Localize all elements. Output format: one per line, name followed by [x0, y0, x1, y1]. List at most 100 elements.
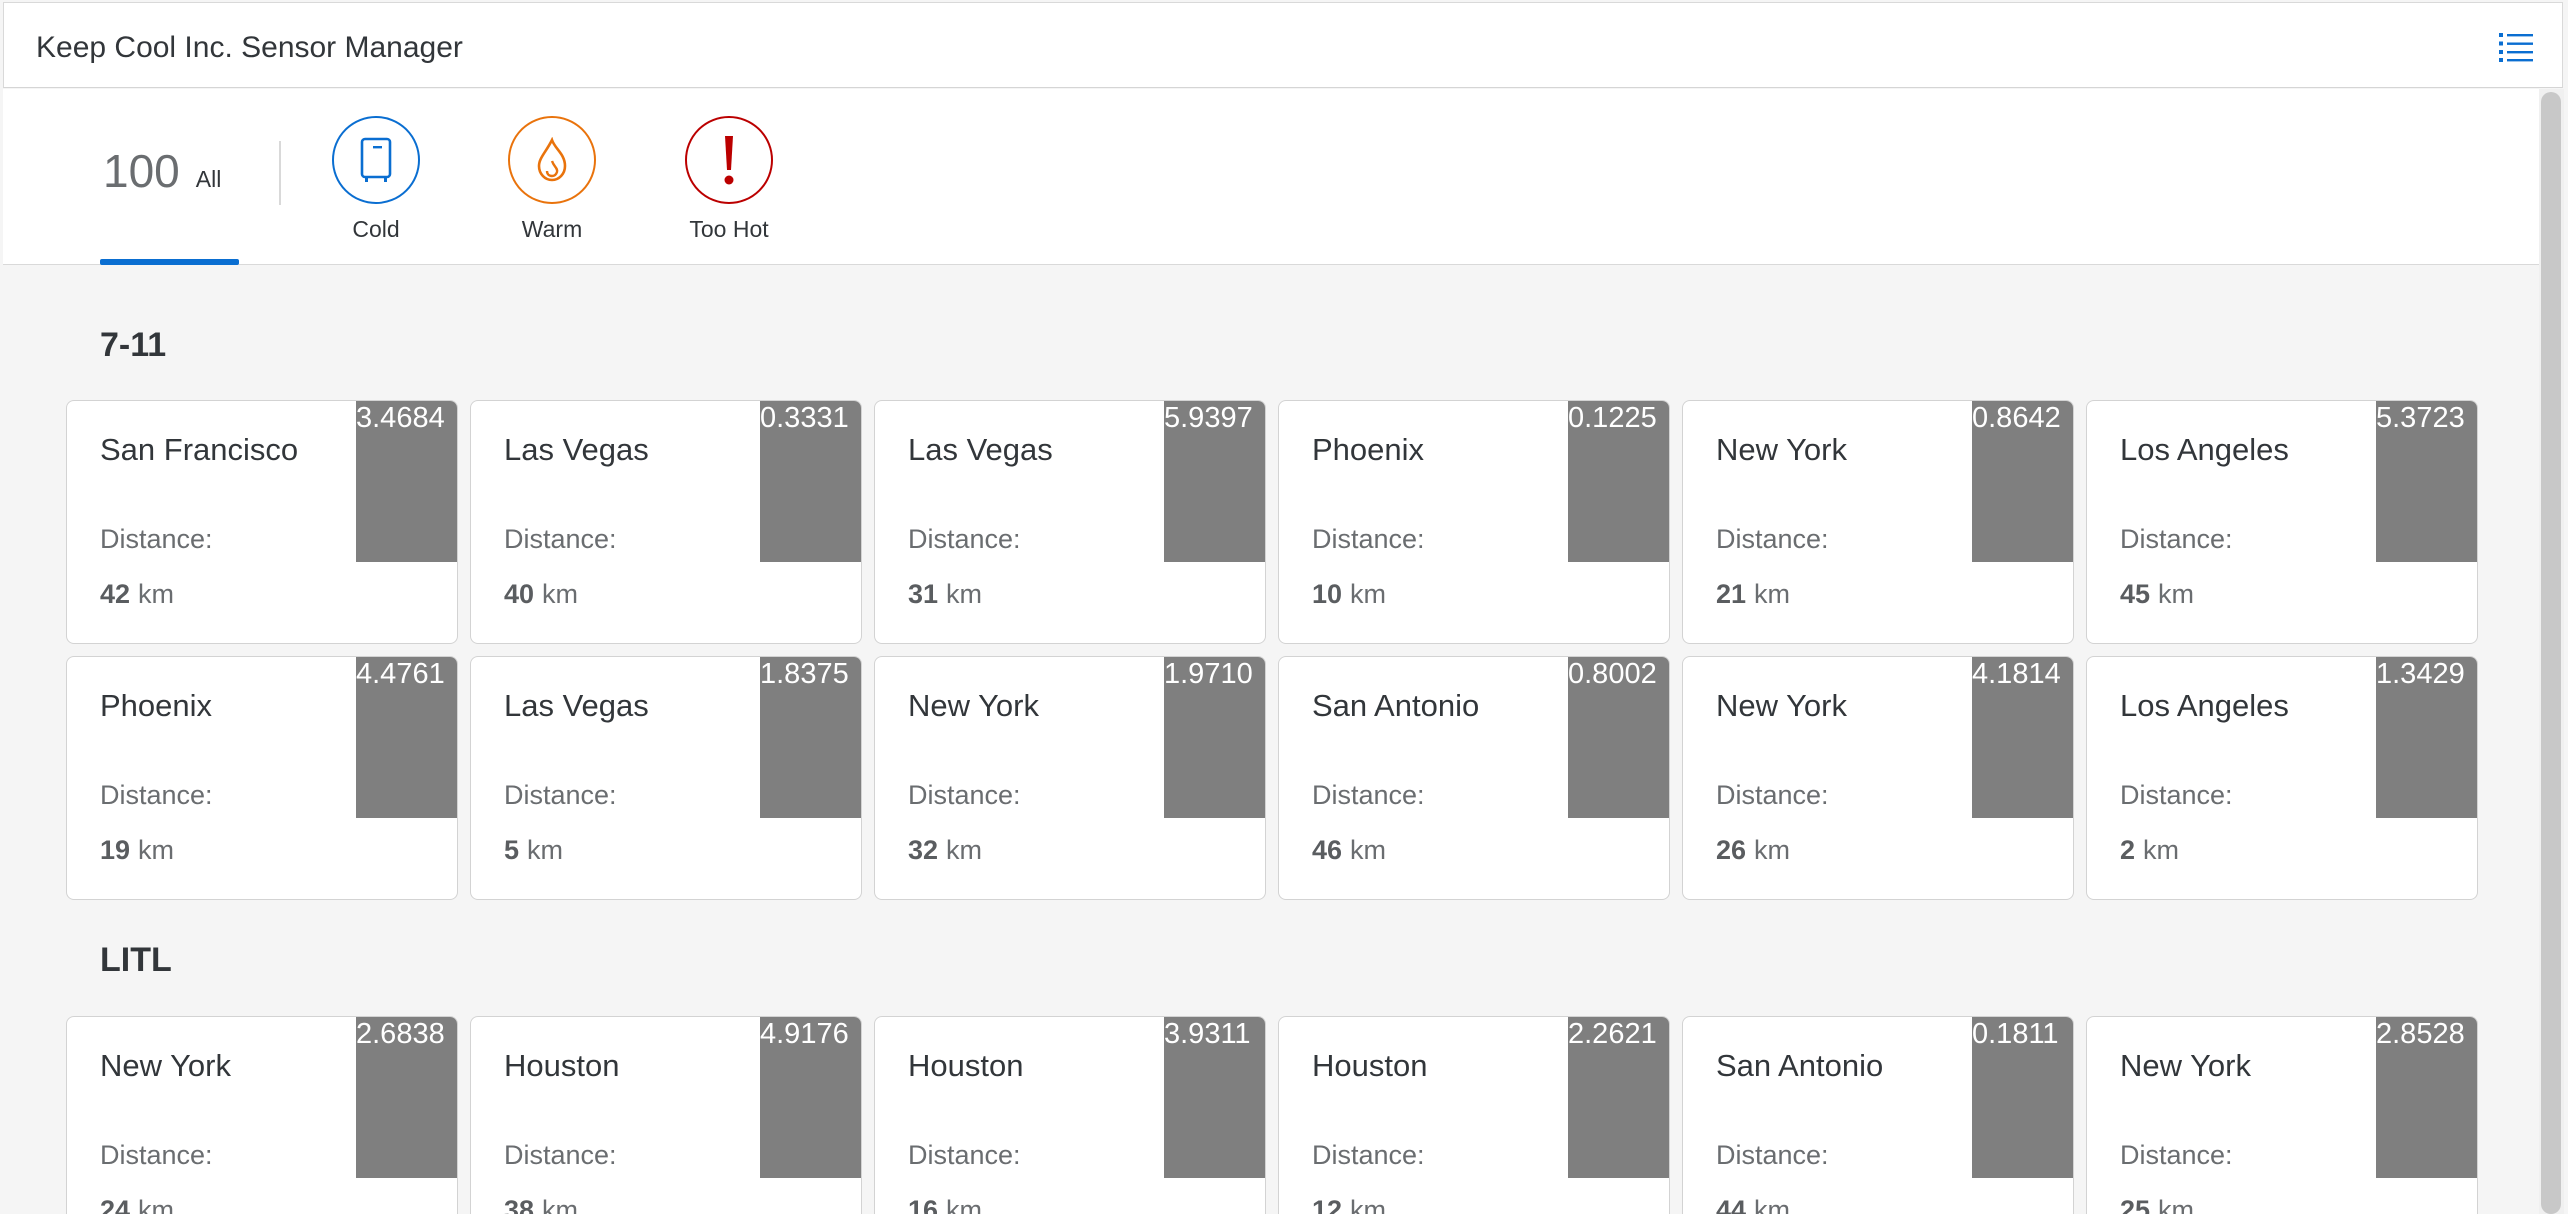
card-city: Phoenix	[100, 688, 213, 723]
distance-unit: km	[1350, 1195, 1387, 1214]
reading-gauge: 4.9176	[760, 1017, 861, 1178]
sensor-card[interactable]: New York 2.6838 Distance: 24 km	[66, 1016, 458, 1214]
distance-unit: km	[2158, 1195, 2195, 1214]
distance-value: 38 km	[504, 1195, 578, 1214]
distance-number: 32	[908, 835, 939, 865]
distance-number: 25	[2120, 1195, 2151, 1214]
tab-cold[interactable]: Cold	[316, 116, 436, 243]
fridge-icon	[360, 137, 392, 182]
distance-number: 31	[908, 579, 939, 609]
card-city: Las Vegas	[504, 688, 649, 723]
tab-all-count: 100	[103, 145, 180, 197]
distance-value: 2 km	[2120, 835, 2179, 866]
scrollbar-thumb[interactable]	[2541, 92, 2561, 1214]
tab-warm-circle	[508, 116, 596, 204]
sensor-card[interactable]: Houston 2.2621 Distance: 12 km	[1278, 1016, 1670, 1214]
distance-number: 10	[1312, 579, 1343, 609]
sensor-card[interactable]: Las Vegas 0.3331 Distance: 40 km	[470, 400, 862, 644]
tab-too-hot[interactable]: Too Hot	[669, 116, 789, 243]
distance-unit: km	[527, 835, 564, 865]
reading-value: 0.3331	[760, 402, 849, 434]
distance-unit: km	[138, 1195, 175, 1214]
reading-value: 1.3429	[2376, 658, 2465, 690]
distance-value: 25 km	[2120, 1195, 2194, 1214]
distance-label: Distance:	[100, 524, 213, 554]
reading-gauge: 4.4761	[356, 657, 457, 818]
distance-value: 40 km	[504, 579, 578, 610]
reading-value: 1.8375	[760, 658, 849, 690]
reading-gauge: 0.3331	[760, 401, 861, 562]
distance-label: Distance:	[100, 1140, 213, 1170]
flame-icon	[537, 137, 567, 182]
distance-number: 40	[504, 579, 535, 609]
app-title: Keep Cool Inc. Sensor Manager	[36, 31, 463, 64]
sensor-card[interactable]: Las Vegas 5.9397 Distance: 31 km	[874, 400, 1266, 644]
group-title-7-11: 7-11	[100, 326, 167, 364]
distance-number: 24	[100, 1195, 131, 1214]
reading-gauge: 2.6838	[356, 1017, 457, 1178]
sensor-card[interactable]: New York 4.1814 Distance: 26 km	[1682, 656, 2074, 900]
sensor-card[interactable]: San Francisco 3.4684 Distance: 42 km	[66, 400, 458, 644]
list-menu-button[interactable]	[2498, 29, 2534, 65]
distance-unit: km	[1754, 835, 1791, 865]
card-city: Los Angeles	[2120, 688, 2289, 723]
reading-gauge: 3.4684	[356, 401, 457, 562]
card-city: Phoenix	[1312, 432, 1425, 467]
sensor-card[interactable]: Los Angeles 5.3723 Distance: 45 km	[2086, 400, 2478, 644]
reading-gauge: 1.3429	[2376, 657, 2477, 818]
reading-gauge: 2.8528	[2376, 1017, 2477, 1178]
sensor-card[interactable]: New York 0.8642 Distance: 21 km	[1682, 400, 2074, 644]
distance-number: 19	[100, 835, 131, 865]
tab-all[interactable]: 100 All	[103, 144, 221, 210]
sensor-card[interactable]: San Antonio 0.8002 Distance: 46 km	[1278, 656, 1670, 900]
tab-warm[interactable]: Warm	[492, 116, 612, 243]
sensor-card[interactable]: Houston 3.9311 Distance: 16 km	[874, 1016, 1266, 1214]
distance-value: 12 km	[1312, 1195, 1386, 1214]
tab-too-hot-circle	[685, 116, 773, 204]
distance-unit: km	[946, 579, 983, 609]
reading-gauge: 1.9710	[1164, 657, 1265, 818]
distance-value: 32 km	[908, 835, 982, 866]
distance-number: 38	[504, 1195, 535, 1214]
reading-value: 0.1225	[1568, 402, 1657, 434]
reading-gauge: 0.8642	[1972, 401, 2073, 562]
sensor-card[interactable]: Los Angeles 1.3429 Distance: 2 km	[2086, 656, 2478, 900]
card-city: New York	[2120, 1048, 2251, 1083]
distance-value: 16 km	[908, 1195, 982, 1214]
distance-value: 45 km	[2120, 579, 2194, 610]
reading-value: 1.9710	[1164, 658, 1253, 690]
distance-unit: km	[946, 1195, 983, 1214]
sensor-card[interactable]: Phoenix 0.1225 Distance: 10 km	[1278, 400, 1670, 644]
distance-label: Distance:	[1716, 524, 1829, 554]
reading-gauge: 2.2621	[1568, 1017, 1669, 1178]
sensor-card[interactable]: New York 2.8528 Distance: 25 km	[2086, 1016, 2478, 1214]
distance-label: Distance:	[100, 780, 213, 810]
distance-label: Distance:	[908, 780, 1021, 810]
sensor-card[interactable]: San Antonio 0.1811 Distance: 44 km	[1682, 1016, 2074, 1214]
distance-value: 21 km	[1716, 579, 1790, 610]
sensor-card[interactable]: Houston 4.9176 Distance: 38 km	[470, 1016, 862, 1214]
sensor-card[interactable]: Phoenix 4.4761 Distance: 19 km	[66, 656, 458, 900]
distance-label: Distance:	[504, 780, 617, 810]
distance-label: Distance:	[1312, 1140, 1425, 1170]
reading-value: 4.1814	[1972, 658, 2061, 690]
distance-unit: km	[1350, 579, 1387, 609]
tab-separator	[279, 141, 281, 205]
distance-number: 45	[2120, 579, 2151, 609]
reading-gauge: 5.3723	[2376, 401, 2477, 562]
distance-label: Distance:	[908, 1140, 1021, 1170]
reading-value: 2.2621	[1568, 1018, 1657, 1050]
distance-value: 19 km	[100, 835, 174, 866]
reading-value: 4.9176	[760, 1018, 849, 1050]
reading-value: 5.3723	[2376, 402, 2465, 434]
distance-unit: km	[542, 579, 579, 609]
reading-value: 0.8642	[1972, 402, 2061, 434]
sensor-card[interactable]: New York 1.9710 Distance: 32 km	[874, 656, 1266, 900]
exclamation-icon	[724, 136, 734, 185]
tab-cold-circle	[332, 116, 420, 204]
sensor-card[interactable]: Las Vegas 1.8375 Distance: 5 km	[470, 656, 862, 900]
card-city: New York	[1716, 688, 1847, 723]
list-icon	[2499, 33, 2533, 62]
distance-label: Distance:	[1716, 780, 1829, 810]
distance-label: Distance:	[908, 524, 1021, 554]
